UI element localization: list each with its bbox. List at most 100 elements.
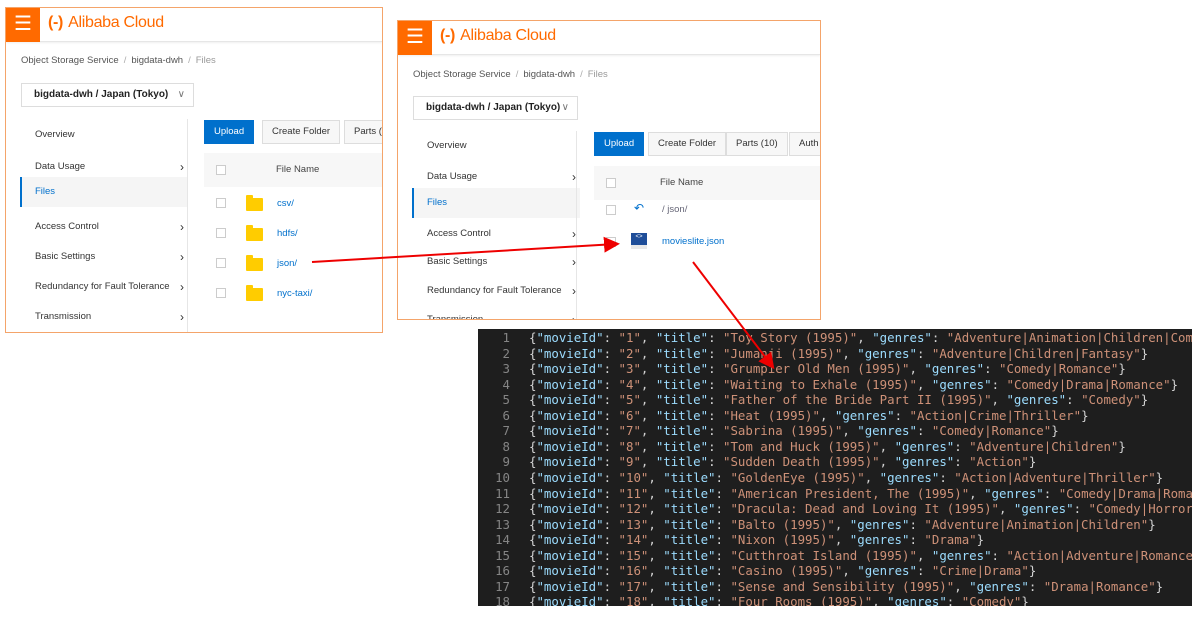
create-folder-button[interactable]: Create Folder (648, 132, 727, 156)
logo-mark-icon: (-) (440, 27, 456, 44)
folder-link[interactable]: hdfs/ (277, 228, 298, 239)
bucket-select-value: bigdata-dwh / Japan (Tokyo) (426, 102, 561, 113)
select-all-checkbox[interactable] (606, 178, 616, 188)
code-line: 15 {"movieId": "15", "title": "Cutthroat … (478, 548, 1192, 564)
select-all-checkbox[interactable] (216, 165, 226, 175)
code-line: 2 {"movieId": "2", "title": "Jumanji (199… (478, 346, 1192, 362)
bucket-select[interactable]: bigdata-dwh / Japan (Tokyo) ∨ (21, 83, 194, 107)
breadcrumb-item-2: Files (195, 55, 216, 66)
sidebar-item-files[interactable]: Files (412, 188, 580, 218)
folder-link[interactable]: nyc-taxi/ (277, 288, 312, 299)
line-number: 9 (502, 454, 510, 470)
sidebar-item-label: Overview (35, 129, 75, 140)
code-text: {"movieId": "15", "title": "Cutthroat Is… (529, 547, 1192, 563)
code-editor-movieslite-json[interactable]: 1 {"movieId": "1", "title": "Toy Story (1… (478, 329, 1192, 606)
line-number: 15 (495, 547, 510, 563)
sidebar-item-label: Data Usage (427, 171, 478, 182)
sidebar-item-basic-settings[interactable]: Basic Settings › (412, 247, 580, 277)
line-number: 10 (495, 469, 510, 485)
code-line: 6 {"movieId": "6", "title": "Heat (1995)"… (478, 408, 1192, 424)
create-folder-button[interactable]: Create Folder (262, 120, 341, 144)
bucket-select[interactable]: bigdata-dwh / Japan (Tokyo) ∨ (413, 96, 578, 120)
upload-button[interactable]: Upload (204, 120, 255, 144)
row-checkbox[interactable] (216, 288, 226, 298)
folder-icon (246, 225, 263, 241)
file-row[interactable]: nyc-taxi/ (204, 284, 382, 304)
sidebar-divider (576, 131, 577, 319)
sidebar-item-transmission[interactable]: Transmission › (412, 305, 580, 320)
logo-text: Alibaba Cloud (460, 27, 556, 44)
line-number: 7 (502, 423, 510, 439)
sidebar-item-label: Files (427, 197, 448, 208)
breadcrumb-item-0[interactable]: Object Storage Service (413, 69, 511, 80)
code-text: {"movieId": "6", "title": "Heat (1995)",… (529, 407, 1089, 423)
top-header: ☰ (-) Alibaba Cloud (398, 21, 820, 55)
sidebar-item-label: Access Control (35, 221, 99, 232)
sidebar-item-access-control[interactable]: Access Control › (412, 219, 580, 249)
chevron-right-icon: › (180, 310, 184, 324)
alibaba-cloud-logo: (-) Alibaba Cloud (48, 14, 164, 32)
logo-text: Alibaba Cloud (68, 14, 164, 31)
folder-icon (246, 195, 263, 211)
sidebar-item-redundancy-for-fault-tolerance[interactable]: Redundancy for Fault Tolerance › (20, 272, 188, 302)
code-text: {"movieId": "3", "title": "Grumpier Old … (529, 361, 1126, 377)
line-number: 4 (502, 376, 510, 392)
back-arrow-icon[interactable]: ↶ (634, 201, 644, 215)
file-row[interactable]: csv/ (204, 194, 382, 214)
file-row[interactable]: <> movieslite.json (594, 231, 820, 253)
row-checkbox[interactable] (216, 228, 226, 238)
parts-button[interactable]: Parts ( (344, 120, 382, 144)
folder-link[interactable]: json/ (277, 258, 297, 269)
sidebar-item-transmission[interactable]: Transmission › (20, 302, 188, 332)
breadcrumb: Object Storage Service / bigdata-dwh / Files (21, 55, 216, 66)
sidebar-item-label: Transmission (427, 314, 484, 320)
breadcrumb-separator: / (188, 55, 191, 66)
sidebar-item-access-control[interactable]: Access Control › (20, 212, 188, 242)
code-line: 12 {"movieId": "12", "title": "Dracula: D… (478, 501, 1192, 517)
sidebar-item-files[interactable]: Files (20, 177, 188, 207)
code-text: {"movieId": "14", "title": "Nixon (1995)… (529, 532, 985, 548)
sidebar-item-overview[interactable]: Overview (412, 131, 580, 161)
breadcrumb-item-2: Files (587, 69, 608, 80)
file-link[interactable]: movieslite.json (662, 236, 724, 247)
authorize-button[interactable]: Auth (789, 132, 820, 156)
line-number: 2 (502, 345, 510, 361)
code-text: {"movieId": "10", "title": "GoldenEye (1… (529, 469, 1164, 485)
code-line: 7 {"movieId": "7", "title": "Sabrina (199… (478, 423, 1192, 439)
code-line: 16 {"movieId": "16", "title": "Casino (19… (478, 563, 1192, 579)
code-text: {"movieId": "11", "title": "American Pre… (529, 485, 1192, 501)
menu-button[interactable]: ☰ (6, 8, 40, 42)
row-checkbox[interactable] (606, 205, 616, 215)
row-checkbox[interactable] (216, 198, 226, 208)
row-checkbox[interactable] (606, 237, 616, 247)
code-text: {"movieId": "1", "title": "Toy Story (19… (529, 330, 1192, 345)
breadcrumb-item-1[interactable]: bigdata-dwh (523, 69, 575, 80)
code-text: {"movieId": "5", "title": "Father of the… (529, 392, 1149, 408)
parent-folder-row[interactable]: ↶ / json/ (594, 201, 820, 221)
breadcrumb-item-0[interactable]: Object Storage Service (21, 55, 119, 66)
upload-button[interactable]: Upload (594, 132, 645, 156)
breadcrumb-item-1[interactable]: bigdata-dwh (131, 55, 183, 66)
file-row[interactable]: json/ (204, 254, 382, 274)
code-text: {"movieId": "7", "title": "Sabrina (1995… (529, 423, 1059, 439)
sidebar-item-overview[interactable]: Overview (20, 120, 188, 150)
chevron-right-icon: › (180, 220, 184, 234)
sidebar-item-basic-settings[interactable]: Basic Settings › (20, 242, 188, 272)
file-row[interactable]: hdfs/ (204, 224, 382, 244)
menu-button[interactable]: ☰ (398, 21, 432, 55)
line-number: 13 (495, 516, 510, 532)
code-text: {"movieId": "18", "title": "Four Rooms (… (529, 594, 1029, 606)
parts-button[interactable]: Parts (10) (726, 132, 788, 156)
code-text: {"movieId": "2", "title": "Jumanji (1995… (529, 345, 1149, 361)
folder-link[interactable]: csv/ (277, 198, 294, 209)
code-text: {"movieId": "16", "title": "Casino (1995… (529, 563, 1037, 579)
line-number: 17 (495, 578, 510, 594)
oss-console-json-folder: ☰ (-) Alibaba Cloud Object Storage Service /… (397, 20, 821, 320)
line-number: 18 (495, 594, 510, 606)
code-line: 5 {"movieId": "5", "title": "Father of th… (478, 392, 1192, 408)
column-header-file-name: File Name (660, 177, 704, 188)
row-checkbox[interactable] (216, 258, 226, 268)
code-line: 18 {"movieId": "18", "title": "Four Rooms… (478, 594, 1192, 606)
sidebar-item-label: Data Usage (35, 161, 86, 172)
sidebar-item-redundancy-for-fault-tolerance[interactable]: Redundancy for Fault Tolerance › (412, 276, 580, 306)
